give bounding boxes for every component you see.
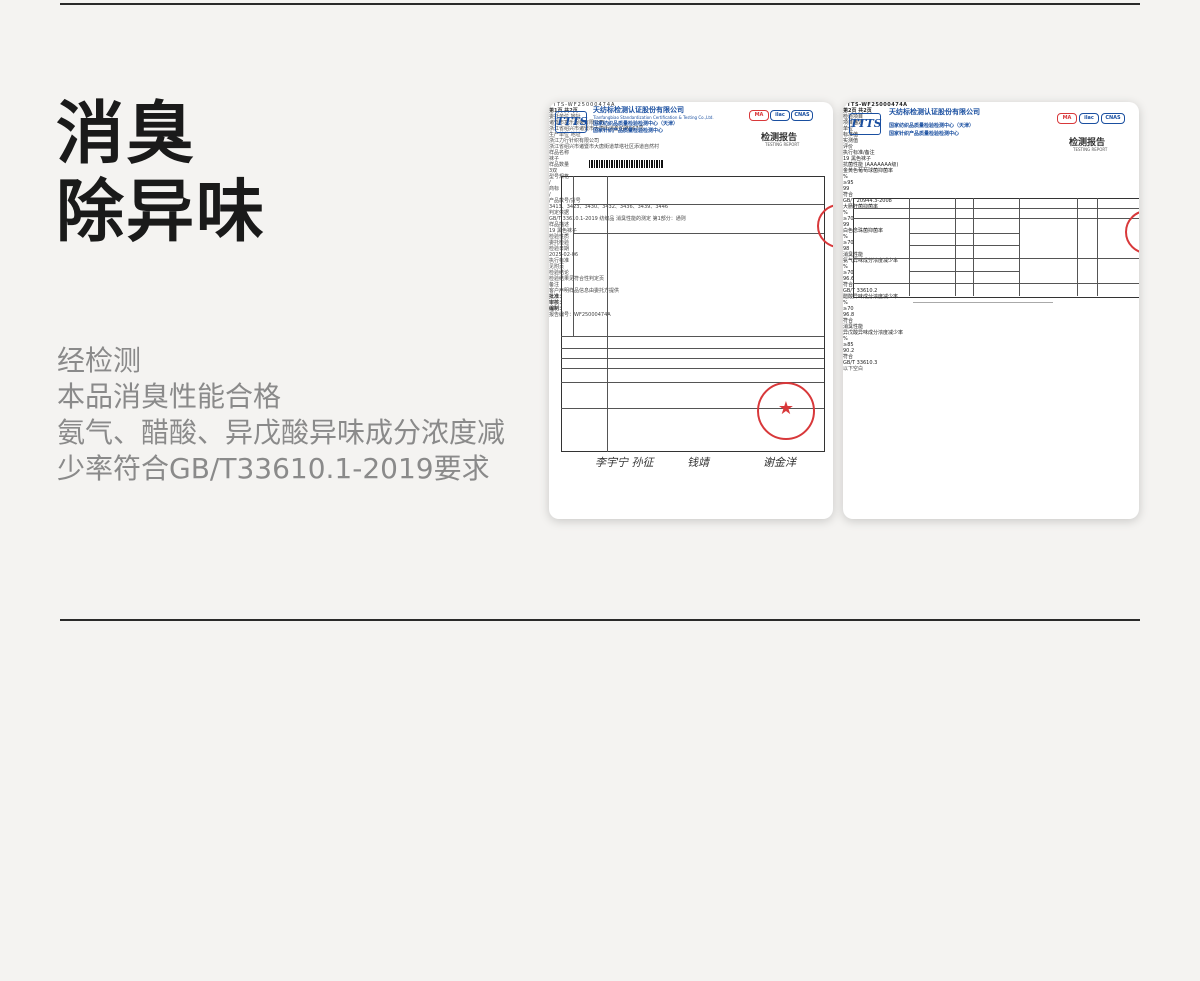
end-line [913, 302, 1053, 303]
description-line-4: 少率符合GB/T33610.1-2019要求 [57, 452, 490, 485]
description-line-1: 经检测 [57, 344, 142, 377]
signature-compile: 谢金洋 [763, 456, 796, 469]
center-name-1: 国家纺织品质量检验检测中心（天津） [593, 121, 679, 127]
title-line-1: 消臭 [56, 95, 197, 174]
top-divider [60, 3, 1140, 5]
signature-review: 钱靖 [687, 456, 709, 469]
company-name: 天纺标检测认证股份有限公司 [593, 106, 684, 114]
report-title-en: TESTING REPORT [765, 142, 800, 147]
ttts-logo: TTTS [555, 111, 588, 133]
barcode-icon [589, 160, 663, 168]
cnas-mark-icon: CNAS [1101, 113, 1125, 124]
signature-approve: 李宇宁 孙征 [595, 456, 654, 469]
end-text: 以下空白 [843, 366, 864, 372]
description-line-2: 本品消臭性能合格 [57, 380, 282, 413]
test-report-page-2: TTTS 天纺标检测认证股份有限公司 国家纺织品质量检验检测中心（天津） 国家针… [843, 102, 1139, 519]
page-title: 消臭 除异味 [56, 96, 266, 252]
ilac-mark-icon: ilac [1079, 113, 1099, 124]
ttts-logo: TTTS [849, 113, 882, 135]
cnas-mark-icon: CNAS [791, 110, 813, 121]
company-name: 天纺标检测认证股份有限公司 [889, 108, 980, 116]
ilac-mark-icon: ilac [770, 110, 790, 121]
cma-mark-icon: MA [749, 110, 769, 121]
description-line-3: 氨气、醋酸、异戊酸异味成分浓度减 [57, 416, 506, 449]
title-line-2: 除异味 [56, 173, 267, 252]
cma-mark-icon: MA [1057, 113, 1077, 124]
center-name-2: 国家针织产品质量检验检测中心 [889, 131, 960, 137]
center-name-2: 国家针织产品质量检验检测中心 [593, 128, 664, 134]
test-report-page-1: TTTS 天纺标检测认证股份有限公司 Tianfangbiao Standard… [549, 102, 833, 519]
description: 经检测 本品消臭性能合格 氨气、醋酸、异戊酸异味成分浓度减 少率符合GB/T33… [57, 343, 505, 487]
report-title-en: TESTING REPORT [1073, 147, 1108, 152]
seal-stamp-icon: ★ [757, 382, 815, 440]
center-name-1: 国家纺织品质量检验检测中心（天津） [889, 123, 975, 129]
company-name-en: Tianfangbiao Standardization Certificati… [593, 115, 714, 120]
middle-divider [60, 619, 1140, 621]
